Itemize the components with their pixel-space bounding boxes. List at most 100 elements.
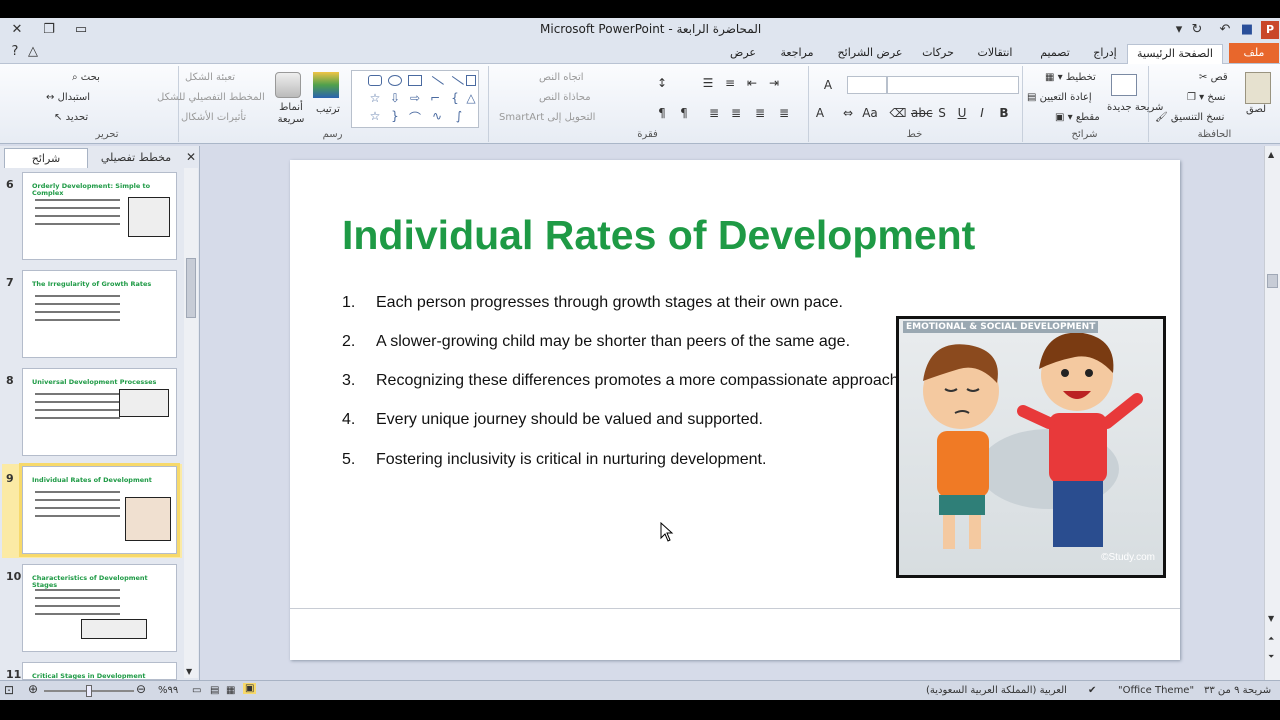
tab-outline[interactable]: مخطط تفصيلي	[90, 148, 182, 168]
font-color-icon[interactable]: A	[811, 106, 829, 120]
triangle-shape-icon[interactable]: △	[462, 91, 480, 105]
shape-effects-button[interactable]: تأثيرات الأشكال	[181, 112, 246, 123]
smartart-button[interactable]: التحويل إلى SmartArt	[499, 112, 595, 123]
zoom-in-icon[interactable]: ⊕	[28, 682, 38, 696]
change-case-icon[interactable]: Aa	[861, 106, 879, 120]
collapse-ribbon-icon[interactable]: △	[24, 43, 42, 61]
decrease-indent-icon[interactable]: ⇤	[743, 76, 761, 90]
tab-view[interactable]: عرض	[726, 44, 760, 64]
wave-shape-icon[interactable]: ∿	[428, 109, 446, 123]
select-button[interactable]: تحديد ↖	[54, 112, 88, 123]
section-button[interactable]: مقطع ▾ ▣	[1055, 112, 1100, 123]
tab-insert[interactable]: إدراج	[1086, 44, 1124, 64]
previous-slide-icon[interactable]: ⏶	[1268, 634, 1274, 644]
save-icon[interactable]: ■	[1238, 21, 1256, 39]
italic-icon[interactable]: I	[973, 106, 991, 120]
replace-button[interactable]: استبدال ↔	[46, 92, 90, 103]
numbering-icon[interactable]: ≡	[721, 76, 739, 90]
quick-styles-button[interactable]: أنماط سريعة	[273, 102, 309, 126]
zoom-out-icon[interactable]: ⊖	[136, 682, 146, 696]
slide-thumbnail-selected[interactable]: Individual Rates of Development	[22, 466, 177, 554]
panel-scroll-thumb[interactable]	[186, 258, 196, 318]
tab-file[interactable]: ملف	[1229, 43, 1279, 63]
tab-home[interactable]: الصفحة الرئيسية	[1127, 44, 1223, 64]
font-name-input[interactable]	[887, 76, 1019, 94]
paste-icon[interactable]	[1245, 72, 1271, 104]
align-left-icon[interactable]: ≣	[727, 106, 745, 120]
bullet-item[interactable]: 1. Each person progresses through growth …	[342, 294, 843, 312]
undo-icon[interactable]: ↶	[1216, 21, 1234, 39]
next-slide-icon[interactable]: ⏷	[1268, 652, 1274, 662]
bold-icon[interactable]: B	[995, 106, 1013, 120]
slide-title[interactable]: Individual Rates of Development	[342, 212, 975, 259]
textbox-shape-icon[interactable]	[466, 75, 476, 86]
tab-review[interactable]: مراجعة	[772, 44, 822, 64]
char-spacing-icon[interactable]: ⇔	[839, 106, 857, 120]
redo-icon[interactable]: ↻	[1188, 21, 1206, 39]
normal-view-icon[interactable]: ▣	[243, 683, 257, 694]
shadow-icon[interactable]: S	[933, 106, 951, 120]
language-status[interactable]: العربية (المملكة العربية السعودية)	[926, 685, 1067, 696]
quick-styles-icon[interactable]	[275, 72, 301, 98]
align-text-button[interactable]: محاذاة النص	[539, 92, 591, 103]
scroll-up-icon[interactable]: ▲	[1268, 150, 1274, 159]
new-slide-button[interactable]: شريحة جديدة	[1107, 102, 1163, 113]
spell-check-icon[interactable]: ✔	[1088, 685, 1096, 696]
slide-thumbnail[interactable]: Critical Stages in Development	[22, 662, 177, 680]
reset-button[interactable]: إعادة التعيين ▤	[1027, 92, 1092, 103]
text-direction-button[interactable]: اتجاه النص	[539, 72, 584, 83]
slide[interactable]: Individual Rates of Development 1. Each p…	[290, 160, 1180, 660]
restore-window-button[interactable]: ❐	[40, 21, 58, 39]
font-size-input[interactable]	[847, 76, 887, 94]
tab-transitions[interactable]: انتقالات	[966, 44, 1024, 64]
line-spacing-icon[interactable]: ↕	[653, 76, 671, 90]
slide-scroll-thumb[interactable]	[1267, 274, 1278, 288]
scroll-down-icon[interactable]: ▼	[186, 667, 192, 676]
zoom-level[interactable]: %٩٩	[158, 685, 178, 696]
sorter-view-icon[interactable]: ▦	[226, 685, 235, 696]
cut-button[interactable]: قص ✂	[1199, 72, 1228, 83]
underline-icon[interactable]: U	[953, 106, 971, 120]
slide-thumbnail[interactable]: Orderly Development: Simple to Complex	[22, 172, 177, 260]
slide-thumbnail[interactable]: Universal Development Processes	[22, 368, 177, 456]
bullet-item[interactable]: 3. Recognizing these differences promotes…	[342, 372, 903, 390]
tab-slideshow[interactable]: عرض الشرائح	[828, 44, 912, 64]
slide-thumbnail[interactable]: The Irregularity of Growth Rates	[22, 270, 177, 358]
scroll-down-icon[interactable]: ▼	[1268, 614, 1274, 623]
minimize-window-button[interactable]: ▭	[72, 21, 90, 39]
new-slide-icon[interactable]	[1111, 74, 1137, 96]
center-icon[interactable]: ≣	[751, 106, 769, 120]
star5-shape-icon[interactable]: ☆	[366, 109, 384, 123]
tab-animations[interactable]: حركات	[916, 44, 960, 64]
slide-scrollbar[interactable]: ▲ ▼ ⏶ ⏷	[1264, 146, 1280, 680]
arrange-button[interactable]: ترتيب	[316, 104, 340, 115]
find-button[interactable]: بحث ⌕	[72, 72, 100, 83]
bullets-icon[interactable]: ☰	[699, 76, 717, 90]
help-icon[interactable]: ?	[6, 43, 24, 61]
customize-toolbar-icon[interactable]: ▾	[1170, 21, 1188, 39]
clear-format-icon[interactable]: ⌫	[889, 106, 907, 120]
oval-shape-icon[interactable]	[388, 75, 402, 86]
format-painter-button[interactable]: نسخ التنسيق 🖌	[1155, 112, 1224, 123]
grow-font-icon[interactable]: A	[819, 78, 837, 92]
zoom-slider-thumb[interactable]	[86, 685, 92, 697]
rtl-icon[interactable]: ¶	[675, 106, 693, 120]
bullet-item[interactable]: 4. Every unique journey should be valued …	[342, 411, 763, 429]
panel-scrollbar[interactable]: ▼	[184, 168, 198, 678]
arrange-icon[interactable]	[313, 72, 339, 98]
ltr-icon[interactable]: ¶	[653, 106, 671, 120]
align-right-icon[interactable]: ≣	[775, 106, 793, 120]
tab-design[interactable]: تصميم	[1030, 44, 1080, 64]
shapes-gallery[interactable]: ☆ ⇩ ⇨ ⌐ { △ ☆ } ⌒ ∿ ∫	[351, 70, 479, 128]
shape-fill-button[interactable]: تعبئة الشكل	[185, 72, 235, 83]
close-panel-icon[interactable]: ✕	[184, 150, 198, 166]
right-arrow-shape-icon[interactable]: ⇨	[406, 91, 424, 105]
rounded-rect-shape-icon[interactable]	[368, 75, 382, 86]
slide-image[interactable]: EMOTIONAL & SOCIAL DEVELOPMENT ©Study.co…	[896, 316, 1166, 578]
justify-icon[interactable]: ≣	[705, 106, 723, 120]
down-arrow-shape-icon[interactable]: ⇩	[386, 91, 404, 105]
paste-button[interactable]: لصق	[1246, 104, 1266, 115]
bullet-item[interactable]: 5. Fostering inclusivity is critical in n…	[342, 451, 766, 469]
close-window-button[interactable]: ✕	[8, 21, 26, 39]
layout-button[interactable]: تخطيط ▾ ▦	[1045, 72, 1096, 83]
